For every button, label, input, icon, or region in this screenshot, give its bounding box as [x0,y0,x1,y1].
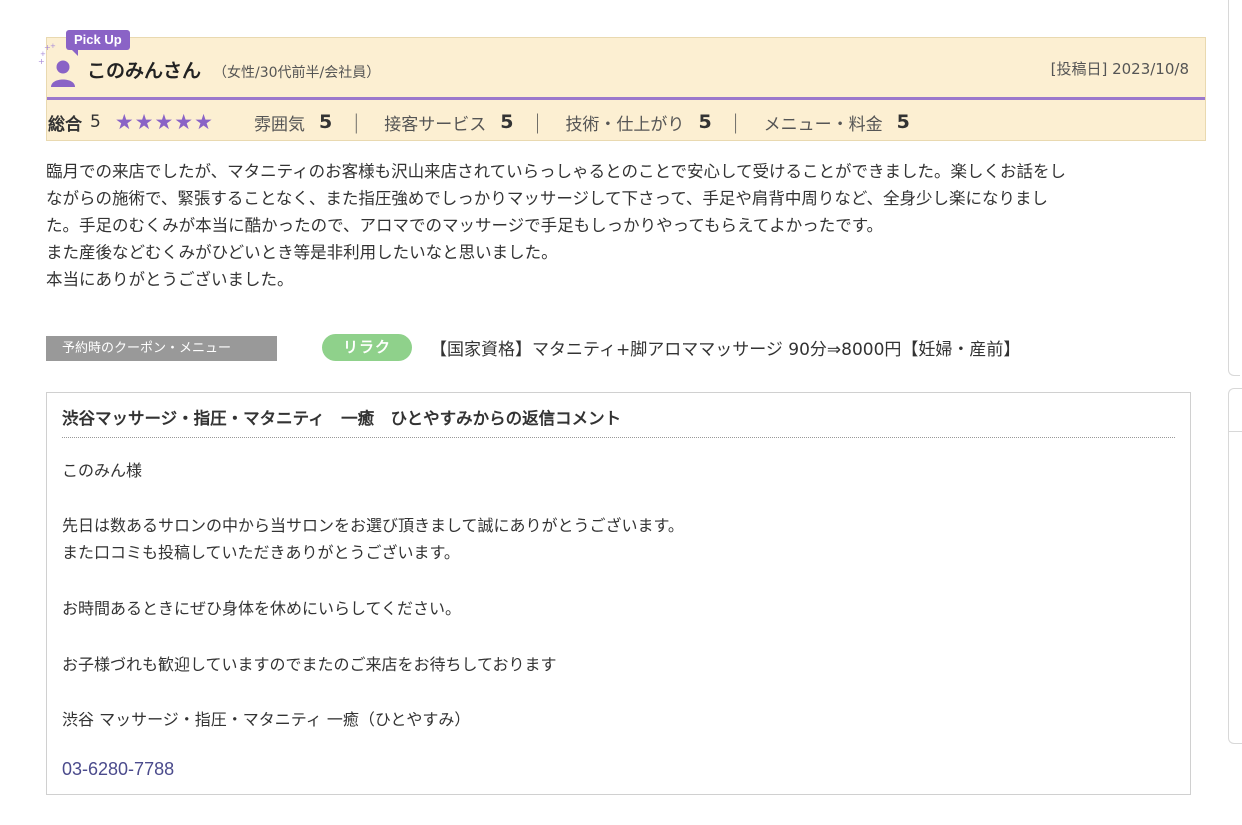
rating-value: 5 [896,111,910,133]
rating-separator: ｜ [725,111,746,136]
rating-label: メニュー・料金 [763,114,883,135]
rating-atmosphere: 雰囲気 5 ｜ [254,108,384,137]
ratings-row: 総合 5 ★★★★★ 雰囲気 5 ｜ 接客サービス 5 ｜ 技術・仕上がり 5 … [48,108,910,136]
overall-label: 総合 [48,114,82,135]
reply-line: このみん様 [62,461,143,480]
coupon-name[interactable]: 【国家資格】マタニティ+脚アロママッサージ 90分⇒8000円【妊婦・産前】 [430,335,1020,360]
review-line: また産後などむくみがひどいとき等是非利用したいなと思いました。 [46,243,558,262]
reply-line: 先日は数あるサロンの中から当サロンをお選び頂きまして誠にありがとうございます。 [62,516,684,535]
rating-technique: 技術・仕上がり 5 ｜ [565,108,763,137]
user-icon [50,58,76,88]
rating-menu-price: メニュー・料金 5 [764,110,910,135]
side-panel-box [1228,388,1242,744]
review-line: 本当にありがとうございました。 [46,270,294,289]
star-rating: ★★★★★ [114,110,214,134]
rating-separator: ｜ [346,111,367,136]
reply-divider [62,437,1175,438]
reply-line: 渋谷 マッサージ・指圧・マタニティ 一癒（ひとやすみ） [62,710,471,729]
overall-score: 5 [90,112,101,132]
rating-label: 接客サービス [384,114,487,135]
pickup-badge: Pick Up [66,30,130,56]
rating-value: 5 [698,111,712,133]
side-panel-edge [1228,0,1240,376]
coupon-label: 予約時のクーポン・メニュー [46,336,277,361]
review-line: 臨月での来店でしたが、マタニティのお客様も沢山来店されていらっしゃるとのことで安… [46,162,1067,181]
review-line: ながらの施術で、緊張することなく、また指圧強めでしっかりマッサージして下さって、… [46,189,1049,208]
reviewer-meta: （女性/30代前半/会社員） [213,65,381,81]
svg-text:+: + [50,42,56,50]
reply-line: お時間あるときにぜひ身体を休めにいらしてください。 [62,599,462,618]
reply-line: また口コミも投稿していただきありがとうございます。 [62,543,460,562]
review-body: 臨月での来店でしたが、マタニティのお客様も沢山来店されていらっしゃるとのことで安… [46,158,1206,293]
phone-link[interactable]: 03-6280-7788 [62,759,174,780]
reviewer-name: このみんさん [87,60,202,82]
reply-line: お子様づれも歓迎していますのでまたのご来店をお待ちしております [62,655,557,674]
reply-title: 渋谷マッサージ・指圧・マタニティ 一癒 ひとやすみからの返信コメント [62,409,622,428]
salon-reply-box: 渋谷マッサージ・指圧・マタニティ 一癒 ひとやすみからの返信コメント このみん様… [46,392,1191,795]
svg-text:+: + [38,57,45,66]
rating-value: 5 [500,111,514,133]
rating-value: 5 [318,111,333,133]
header-divider [47,97,1205,100]
review-line: た。手足のむくみが本当に酷かったので、アロマでのマッサージで手足もしっかりやって… [46,216,884,235]
post-date: [投稿日] 2023/10/8 [1050,60,1189,78]
rating-separator: ｜ [527,111,548,136]
rating-service: 接客サービス 5 ｜ [384,108,565,137]
rating-label: 技術・仕上がり [565,114,685,135]
rating-label: 雰囲気 [253,114,305,135]
coupon-category-tag: リラク [322,334,412,361]
